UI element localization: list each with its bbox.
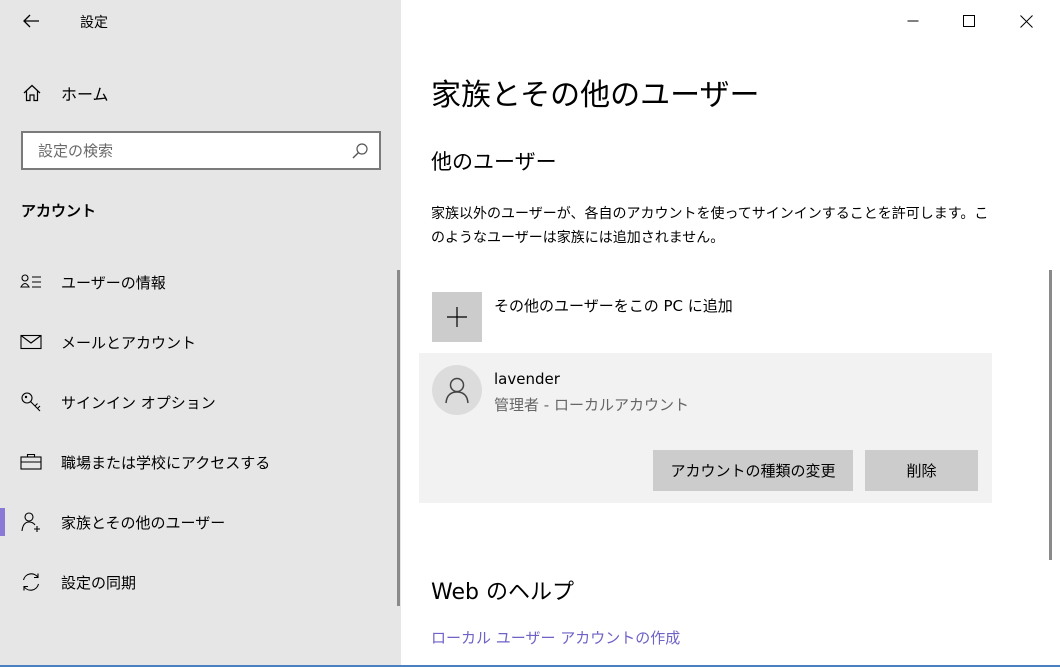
add-user-label[interactable]: その他のユーザーをこの PC に追加: [494, 295, 733, 316]
sidebar-item-label: サインイン オプション: [61, 393, 216, 412]
user-role: 管理者 - ローカルアカウント: [494, 396, 689, 414]
sidebar-item-label: メールとアカウント: [61, 333, 197, 352]
app-title: 設定: [80, 15, 108, 31]
minimize-icon: [907, 20, 919, 22]
sidebar-item-work-school[interactable]: 職場または学校にアクセスする: [0, 438, 397, 486]
sidebar-item-user-info[interactable]: ユーザーの情報: [0, 258, 397, 306]
person-add-icon: [20, 511, 42, 533]
back-button[interactable]: [14, 6, 48, 36]
home-icon: [21, 82, 43, 104]
add-user-row[interactable]: その他のユーザーをこの PC に追加: [432, 292, 733, 342]
sidebar-item-label: 家族とその他のユーザー: [61, 513, 226, 532]
maximize-icon: [963, 15, 975, 27]
sidebar-item-mail[interactable]: メールとアカウント: [0, 318, 397, 366]
close-button[interactable]: [997, 0, 1055, 42]
minimize-button[interactable]: [884, 0, 942, 42]
search-input[interactable]: [23, 141, 345, 160]
section-heading: アカウント: [21, 202, 97, 220]
sidebar-item-label: 設定の同期: [61, 573, 137, 592]
user-icon: [445, 377, 469, 404]
main-content: 家族とその他のユーザー 他のユーザー 家族以外のユーザーが、各自のアカウントを使…: [401, 0, 1060, 667]
sidebar-item-family-users[interactable]: 家族とその他のユーザー: [0, 498, 397, 546]
user-name: lavender: [494, 370, 560, 388]
other-users-description: 家族以外のユーザーが、各自のアカウントを使ってサインインすることを許可します。こ…: [431, 206, 989, 246]
plus-icon: [447, 307, 467, 327]
sidebar-item-label: ユーザーの情報: [61, 273, 166, 292]
sidebar-item-home[interactable]: ホーム: [0, 72, 401, 114]
page-title: 家族とその他のユーザー: [431, 78, 760, 113]
sidebar-item-sync[interactable]: 設定の同期: [0, 558, 397, 606]
back-arrow-icon: [23, 14, 39, 28]
avatar: [432, 365, 482, 415]
sidebar-item-label: 職場または学校にアクセスする: [61, 453, 271, 472]
sidebar-scrollbar[interactable]: [397, 270, 400, 606]
briefcase-icon: [20, 451, 42, 473]
sync-icon: [20, 571, 42, 593]
maximize-button[interactable]: [940, 0, 998, 42]
help-link-create-local-account[interactable]: ローカル ユーザー アカウントの作成: [431, 627, 680, 648]
main-scrollbar[interactable]: [1049, 270, 1052, 560]
other-users-heading: 他のユーザー: [431, 150, 557, 174]
user-info-icon: [20, 271, 42, 293]
sidebar-item-sign-in[interactable]: サインイン オプション: [0, 378, 397, 426]
help-heading: Web のヘルプ: [431, 580, 574, 605]
sidebar-item-label: ホーム: [61, 85, 109, 104]
search-icon[interactable]: [345, 136, 375, 166]
remove-button[interactable]: 削除: [865, 450, 978, 491]
sidebar: 設定 ホーム アカウント ユーザーの情報: [0, 0, 401, 667]
add-user-button[interactable]: [432, 292, 482, 342]
close-icon: [1019, 14, 1033, 28]
key-icon: [20, 391, 42, 413]
change-account-type-button[interactable]: アカウントの種類の変更: [653, 450, 853, 491]
search-box[interactable]: [21, 131, 381, 170]
user-card[interactable]: lavender 管理者 - ローカルアカウント アカウントの種類の変更 削除: [419, 353, 992, 503]
mail-icon: [20, 331, 42, 353]
